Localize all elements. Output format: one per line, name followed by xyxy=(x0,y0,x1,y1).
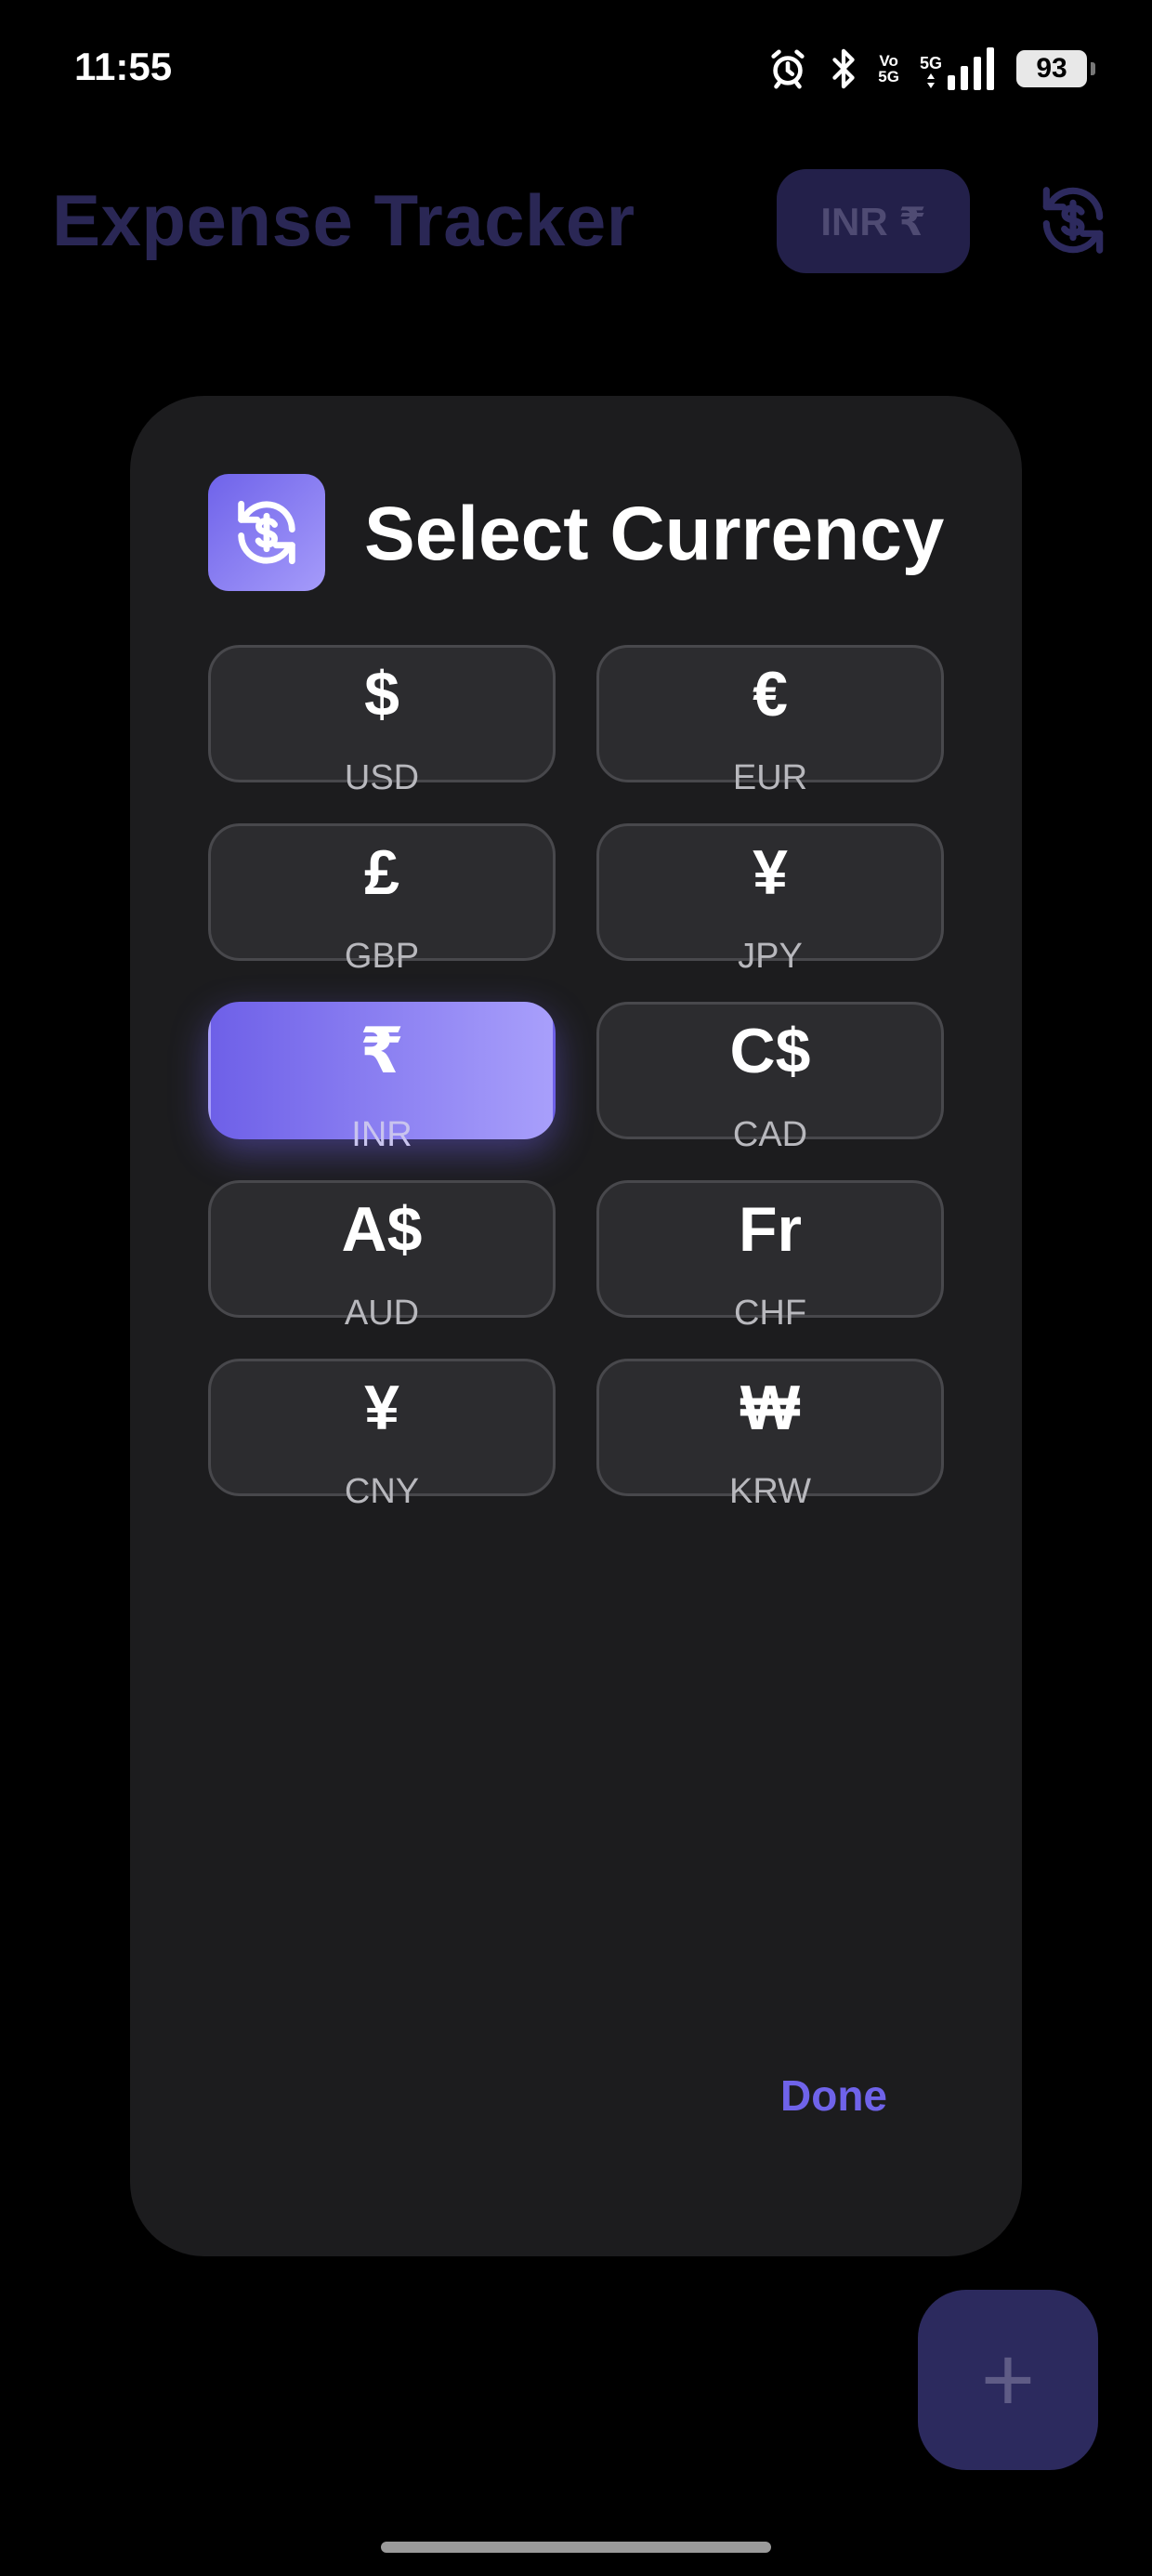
currency-code: INR xyxy=(351,1115,412,1154)
status-icons: Vo 5G 5G 93 xyxy=(766,45,1095,93)
currency-symbol: Fr xyxy=(739,1194,802,1265)
done-button[interactable]: Done xyxy=(780,2070,887,2121)
currency-symbol: C$ xyxy=(729,1016,811,1086)
currency-code: GBP xyxy=(344,937,420,976)
currency-code: AUD xyxy=(344,1294,420,1333)
currency-code: CAD xyxy=(732,1115,808,1154)
volte-icon: Vo 5G xyxy=(878,52,899,85)
currency-option-usd[interactable]: $ USD xyxy=(208,645,556,797)
dialog-title: Select Currency xyxy=(364,492,945,576)
currency-option-inr[interactable]: ₹ INR xyxy=(208,1002,556,1154)
currency-code: CNY xyxy=(344,1472,420,1511)
plus-icon: + xyxy=(980,2328,1036,2432)
status-time: 11:55 xyxy=(74,45,173,88)
currency-option-gbp[interactable]: £ GBP xyxy=(208,823,556,976)
currency-symbol: ₹ xyxy=(360,1016,404,1086)
currency-option-jpy[interactable]: ¥ JPY xyxy=(596,823,944,976)
currency-option-cny[interactable]: ¥ CNY xyxy=(208,1359,556,1511)
currency-chip-button[interactable]: INR ₹ xyxy=(777,169,970,273)
battery-icon: 93 xyxy=(1016,50,1095,87)
status-bar: 11:55 Vo 5G 5G 93 xyxy=(0,0,1152,139)
currency-exchange-icon[interactable] xyxy=(1033,180,1113,260)
currency-option-eur[interactable]: € EUR xyxy=(596,645,944,797)
currency-symbol: $ xyxy=(364,659,399,729)
currency-code: EUR xyxy=(732,758,808,797)
currency-exchange-icon xyxy=(208,474,325,591)
app-title: Expense Tracker xyxy=(52,179,635,261)
currency-code: USD xyxy=(344,758,420,797)
currency-option-cad[interactable]: C$ CAD xyxy=(596,1002,944,1154)
app-header: Expense Tracker INR ₹ xyxy=(0,158,1152,288)
currency-option-chf[interactable]: Fr CHF xyxy=(596,1180,944,1333)
currency-symbol: € xyxy=(753,659,788,729)
currency-option-aud[interactable]: A$ AUD xyxy=(208,1180,556,1333)
network-type: 5G xyxy=(919,54,942,72)
currency-symbol: ₩ xyxy=(740,1373,801,1443)
currency-symbol: ¥ xyxy=(364,1373,399,1443)
select-currency-dialog: Select Currency $ USD € EUR £ GBP ¥ JPY … xyxy=(130,396,1022,2256)
home-indicator[interactable] xyxy=(381,2542,771,2553)
currency-symbol: ¥ xyxy=(753,837,788,908)
bluetooth-icon xyxy=(830,47,857,90)
alarm-icon xyxy=(766,47,809,90)
signal-icon: 5G xyxy=(920,47,996,90)
currency-symbol: A$ xyxy=(341,1194,423,1265)
currency-code: CHF xyxy=(733,1294,807,1333)
currency-code: KRW xyxy=(729,1472,811,1511)
currency-code: JPY xyxy=(738,937,803,976)
currency-option-krw[interactable]: ₩ KRW xyxy=(596,1359,944,1511)
currency-symbol: £ xyxy=(364,837,399,908)
add-expense-button[interactable]: + xyxy=(918,2290,1098,2470)
